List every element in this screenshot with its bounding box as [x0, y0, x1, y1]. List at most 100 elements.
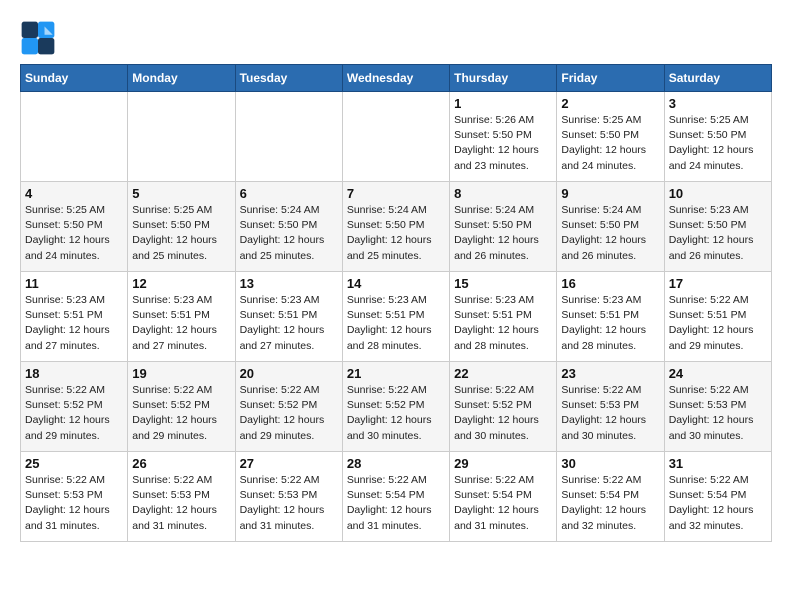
day-cell: 23 Sunrise: 5:22 AM Sunset: 5:53 PM Dayli… [557, 362, 664, 452]
day-number: 26 [132, 456, 230, 471]
day-cell: 5 Sunrise: 5:25 AM Sunset: 5:50 PM Daylig… [128, 182, 235, 272]
day-info: Sunrise: 5:26 AM Sunset: 5:50 PM Dayligh… [454, 113, 552, 174]
day-number: 5 [132, 186, 230, 201]
day-info: Sunrise: 5:22 AM Sunset: 5:52 PM Dayligh… [347, 383, 445, 444]
day-info: Sunrise: 5:22 AM Sunset: 5:54 PM Dayligh… [561, 473, 659, 534]
day-cell: 29 Sunrise: 5:22 AM Sunset: 5:54 PM Dayli… [450, 452, 557, 542]
day-number: 25 [25, 456, 123, 471]
day-cell: 15 Sunrise: 5:23 AM Sunset: 5:51 PM Dayli… [450, 272, 557, 362]
day-info: Sunrise: 5:23 AM Sunset: 5:51 PM Dayligh… [347, 293, 445, 354]
day-cell: 7Sunrise: 5:24 AM Sunset: 5:50 PM Daylig… [342, 182, 449, 272]
day-info: Sunrise: 5:22 AM Sunset: 5:54 PM Dayligh… [347, 473, 445, 534]
day-number: 2 [561, 96, 659, 111]
day-info: Sunrise: 5:22 AM Sunset: 5:53 PM Dayligh… [25, 473, 123, 534]
day-info: Sunrise: 5:23 AM Sunset: 5:51 PM Dayligh… [240, 293, 338, 354]
day-info: Sunrise: 5:23 AM Sunset: 5:51 PM Dayligh… [25, 293, 123, 354]
day-cell: 25 Sunrise: 5:22 AM Sunset: 5:53 PM Dayli… [21, 452, 128, 542]
day-number: 18 [25, 366, 123, 381]
day-number: 3 [669, 96, 767, 111]
day-number: 19 [132, 366, 230, 381]
day-cell: 18 Sunrise: 5:22 AM Sunset: 5:52 PM Dayli… [21, 362, 128, 452]
day-info: Sunrise: 5:25 AM Sunset: 5:50 PM Dayligh… [561, 113, 659, 174]
day-cell: 13 Sunrise: 5:23 AM Sunset: 5:51 PM Dayli… [235, 272, 342, 362]
day-cell: 12Sunrise: 5:23 AM Sunset: 5:51 PM Dayli… [128, 272, 235, 362]
day-cell: 4 Sunrise: 5:25 AM Sunset: 5:50 PM Daylig… [21, 182, 128, 272]
day-cell: 6Sunrise: 5:24 AM Sunset: 5:50 PM Daylig… [235, 182, 342, 272]
day-number: 6 [240, 186, 338, 201]
weekday-header-wednesday: Wednesday [342, 65, 449, 92]
day-cell: 2 Sunrise: 5:25 AM Sunset: 5:50 PM Daylig… [557, 92, 664, 182]
day-info: Sunrise: 5:22 AM Sunset: 5:52 PM Dayligh… [25, 383, 123, 444]
day-cell: 30 Sunrise: 5:22 AM Sunset: 5:54 PM Dayli… [557, 452, 664, 542]
day-number: 22 [454, 366, 552, 381]
calendar-table: SundayMondayTuesdayWednesdayThursdayFrid… [20, 64, 772, 542]
weekday-header-tuesday: Tuesday [235, 65, 342, 92]
day-cell: 14 Sunrise: 5:23 AM Sunset: 5:51 PM Dayli… [342, 272, 449, 362]
weekday-header-thursday: Thursday [450, 65, 557, 92]
week-row-5: 25 Sunrise: 5:22 AM Sunset: 5:53 PM Dayli… [21, 452, 772, 542]
day-number: 8 [454, 186, 552, 201]
day-number: 24 [669, 366, 767, 381]
page: SundayMondayTuesdayWednesdayThursdayFrid… [0, 0, 792, 552]
day-cell: 3 Sunrise: 5:25 AM Sunset: 5:50 PM Daylig… [664, 92, 771, 182]
day-cell [21, 92, 128, 182]
day-info: Sunrise: 5:22 AM Sunset: 5:51 PM Dayligh… [669, 293, 767, 354]
day-number: 7 [347, 186, 445, 201]
day-number: 28 [347, 456, 445, 471]
day-number: 4 [25, 186, 123, 201]
day-number: 10 [669, 186, 767, 201]
day-info: Sunrise: 5:22 AM Sunset: 5:53 PM Dayligh… [561, 383, 659, 444]
day-info: Sunrise: 5:23 AM Sunset: 5:50 PM Dayligh… [669, 203, 767, 264]
logo [20, 20, 62, 56]
day-cell: 26 Sunrise: 5:22 AM Sunset: 5:53 PM Dayli… [128, 452, 235, 542]
day-cell: 21 Sunrise: 5:22 AM Sunset: 5:52 PM Dayli… [342, 362, 449, 452]
day-cell [235, 92, 342, 182]
day-info: Sunrise: 5:23 AM Sunset: 5:51 PM Dayligh… [132, 293, 230, 354]
day-info: Sunrise: 5:25 AM Sunset: 5:50 PM Dayligh… [132, 203, 230, 264]
day-number: 15 [454, 276, 552, 291]
day-info: Sunrise: 5:22 AM Sunset: 5:52 PM Dayligh… [454, 383, 552, 444]
day-number: 29 [454, 456, 552, 471]
day-cell: 27 Sunrise: 5:22 AM Sunset: 5:53 PM Dayli… [235, 452, 342, 542]
day-info: Sunrise: 5:23 AM Sunset: 5:51 PM Dayligh… [454, 293, 552, 354]
day-number: 14 [347, 276, 445, 291]
day-cell: 22 Sunrise: 5:22 AM Sunset: 5:52 PM Dayli… [450, 362, 557, 452]
weekday-header-saturday: Saturday [664, 65, 771, 92]
day-number: 27 [240, 456, 338, 471]
day-cell: 8 Sunrise: 5:24 AM Sunset: 5:50 PM Daylig… [450, 182, 557, 272]
day-cell: 20Sunrise: 5:22 AM Sunset: 5:52 PM Dayli… [235, 362, 342, 452]
day-cell: 31 Sunrise: 5:22 AM Sunset: 5:54 PM Dayli… [664, 452, 771, 542]
day-cell: 17 Sunrise: 5:22 AM Sunset: 5:51 PM Dayli… [664, 272, 771, 362]
day-info: Sunrise: 5:24 AM Sunset: 5:50 PM Dayligh… [454, 203, 552, 264]
day-info: Sunrise: 5:23 AM Sunset: 5:51 PM Dayligh… [561, 293, 659, 354]
weekday-header-row: SundayMondayTuesdayWednesdayThursdayFrid… [21, 65, 772, 92]
day-number: 9 [561, 186, 659, 201]
day-cell: 9Sunrise: 5:24 AM Sunset: 5:50 PM Daylig… [557, 182, 664, 272]
day-number: 1 [454, 96, 552, 111]
day-number: 16 [561, 276, 659, 291]
day-number: 23 [561, 366, 659, 381]
day-number: 31 [669, 456, 767, 471]
day-number: 30 [561, 456, 659, 471]
day-number: 13 [240, 276, 338, 291]
header [20, 20, 772, 56]
day-cell: 24 Sunrise: 5:22 AM Sunset: 5:53 PM Dayli… [664, 362, 771, 452]
day-cell: 11 Sunrise: 5:23 AM Sunset: 5:51 PM Dayli… [21, 272, 128, 362]
day-info: Sunrise: 5:22 AM Sunset: 5:53 PM Dayligh… [132, 473, 230, 534]
day-info: Sunrise: 5:25 AM Sunset: 5:50 PM Dayligh… [25, 203, 123, 264]
day-cell: 10 Sunrise: 5:23 AM Sunset: 5:50 PM Dayli… [664, 182, 771, 272]
day-info: Sunrise: 5:22 AM Sunset: 5:54 PM Dayligh… [454, 473, 552, 534]
logo-icon [20, 20, 56, 56]
day-info: Sunrise: 5:25 AM Sunset: 5:50 PM Dayligh… [669, 113, 767, 174]
day-info: Sunrise: 5:22 AM Sunset: 5:53 PM Dayligh… [669, 383, 767, 444]
weekday-header-friday: Friday [557, 65, 664, 92]
day-info: Sunrise: 5:22 AM Sunset: 5:54 PM Dayligh… [669, 473, 767, 534]
day-cell: 1 Sunrise: 5:26 AM Sunset: 5:50 PM Daylig… [450, 92, 557, 182]
week-row-2: 4 Sunrise: 5:25 AM Sunset: 5:50 PM Daylig… [21, 182, 772, 272]
day-number: 11 [25, 276, 123, 291]
day-number: 21 [347, 366, 445, 381]
day-number: 17 [669, 276, 767, 291]
day-cell: 16 Sunrise: 5:23 AM Sunset: 5:51 PM Dayli… [557, 272, 664, 362]
day-info: Sunrise: 5:22 AM Sunset: 5:53 PM Dayligh… [240, 473, 338, 534]
week-row-3: 11 Sunrise: 5:23 AM Sunset: 5:51 PM Dayli… [21, 272, 772, 362]
